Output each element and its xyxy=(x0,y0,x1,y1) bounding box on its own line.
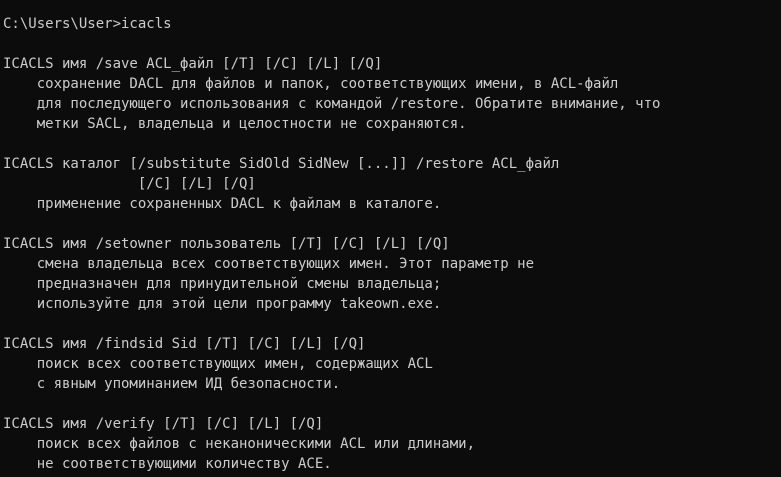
description-line: используйте для этой цели программу take… xyxy=(3,296,442,312)
description-line: для последующего использования с командо… xyxy=(3,96,661,112)
syntax-setowner: ICACLS имя /setowner пользователь [/T] [… xyxy=(3,236,450,252)
description-line: поиск всех файлов с неканоническими ACL … xyxy=(3,436,476,452)
description-line: поиск всех соответствующих имен, содержа… xyxy=(3,356,433,372)
description-line: сохранение DACL для файлов и папок, соот… xyxy=(3,76,619,92)
description-line: с явным упоминанием ИД безопасности. xyxy=(3,376,341,392)
syntax-restore-continued: [/C] [/L] [/Q] xyxy=(3,176,256,192)
syntax-restore: ICACLS каталог [/substitute SidOld SidNe… xyxy=(3,156,560,172)
description-line: предназначен для принудительной смены вл… xyxy=(3,276,442,292)
description-line: метки SACL, владельца и целостности не с… xyxy=(3,116,467,132)
prompt-line: C:\Users\User>icacls xyxy=(3,16,172,32)
description-line: применение сохраненных DACL к файлам в к… xyxy=(3,196,442,212)
console-window[interactable]: C:\Users\User>icacls ICACLS имя /save AC… xyxy=(0,0,781,477)
syntax-verify: ICACLS имя /verify [/T] [/C] [/L] [/Q] xyxy=(3,416,324,432)
syntax-findsid: ICACLS имя /findsid Sid [/T] [/C] [/L] [… xyxy=(3,336,366,352)
syntax-save: ICACLS имя /save ACL_файл [/T] [/C] [/L]… xyxy=(3,56,383,72)
description-line: не соответствующими количеству ACE. xyxy=(3,456,332,472)
description-line: смена владельца всех соответствующих име… xyxy=(3,256,535,272)
